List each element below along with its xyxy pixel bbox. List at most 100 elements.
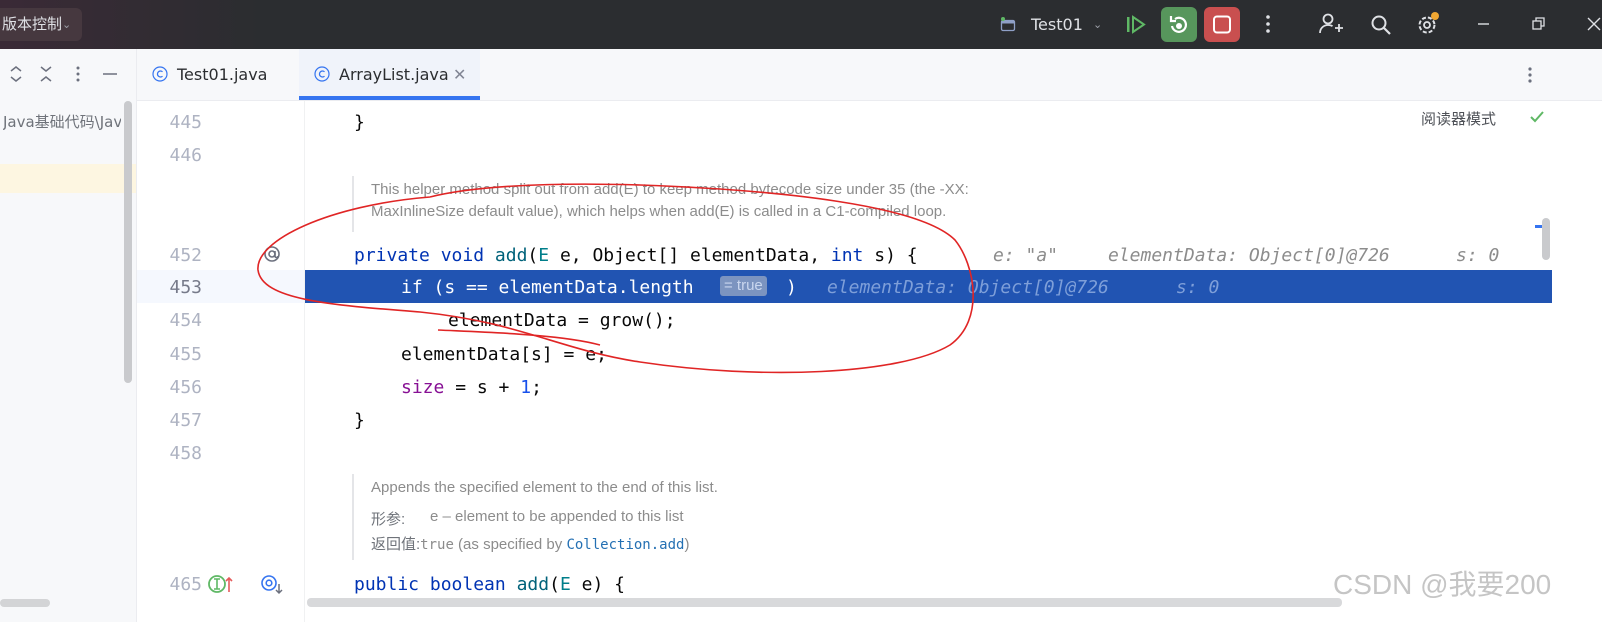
code-line-465[interactable]: public boolean add(E e) { — [354, 574, 625, 595]
debug-rerun-button[interactable] — [1161, 7, 1197, 42]
chevron-down-icon: ⌄ — [1093, 18, 1103, 31]
hide-panel-icon — [103, 73, 117, 75]
line-number: 453 — [169, 277, 202, 298]
project-tree-selected-row[interactable] — [0, 164, 136, 193]
keyword: private — [354, 245, 430, 266]
line-number: 455 — [169, 344, 202, 365]
code-line-445[interactable]: } — [354, 112, 365, 133]
more-actions-button[interactable] — [1250, 7, 1286, 42]
type-param: E — [559, 574, 571, 595]
resume-button[interactable] — [1118, 7, 1154, 42]
code-text: ( — [549, 574, 560, 595]
project-vertical-scrollbar[interactable] — [124, 101, 132, 383]
method-name: add — [494, 245, 528, 266]
javadoc-param-text: e – element to be appended to this list — [430, 508, 684, 525]
close-window-button[interactable] — [1586, 10, 1602, 40]
add-profile-button[interactable] — [1313, 7, 1349, 42]
code-text: e) { — [570, 574, 625, 595]
tab-label: ArrayList.java — [339, 65, 449, 84]
overridden-method-icon[interactable] — [258, 572, 284, 596]
run-config-name: Test01 — [1031, 15, 1083, 34]
expand-all-button[interactable] — [5, 63, 27, 85]
line-number: 457 — [169, 410, 202, 431]
number-literal: 1 — [520, 377, 532, 398]
tab-arraylist[interactable]: ArrayList.java ✕ — [299, 49, 480, 100]
minimize-icon — [1478, 23, 1489, 25]
line-number: 445 — [169, 112, 202, 133]
inline-value-badge: = true — [720, 276, 767, 296]
javadoc-block: This helper method split out from add(E)… — [352, 176, 969, 232]
project-tree-path[interactable]: Java基础代码\Java — [3, 111, 121, 132]
keyword: void — [440, 245, 485, 266]
gutter-divider — [304, 101, 305, 622]
javadoc-text: ) — [684, 536, 690, 553]
code-line-452[interactable]: private void add(E e, Object[] elementDa… — [354, 245, 918, 266]
debug-rerun-icon — [1169, 16, 1187, 33]
overrides-icon[interactable] — [260, 242, 284, 266]
keyword: boolean — [429, 574, 506, 595]
editor-vertical-scrollbar[interactable] — [1542, 218, 1550, 260]
project-horizontal-scrollbar[interactable] — [0, 599, 50, 607]
restore-button[interactable] — [1530, 10, 1560, 40]
settings-button[interactable] — [1411, 7, 1447, 42]
debug-hint: s: 0 — [1456, 245, 1500, 266]
debug-hint: e: "a" — [993, 245, 1059, 266]
code-text: ; — [531, 377, 542, 398]
code-line-456[interactable]: size = s + 1; — [401, 377, 542, 398]
settings-icon — [1418, 12, 1439, 34]
keyword: int — [830, 245, 864, 266]
field-name: size — [401, 377, 445, 398]
restore-icon — [1532, 17, 1545, 30]
add-profile-icon — [1319, 13, 1343, 34]
javadoc-line: Appends the specified element to the end… — [371, 479, 718, 496]
javadoc-link[interactable]: Collection.add — [566, 537, 684, 553]
code-text: e, Object[] elementData, — [549, 245, 831, 266]
code-text: ( — [527, 245, 539, 266]
debug-hint: elementData: Object[0]@726 — [1108, 245, 1390, 266]
close-icon — [1587, 17, 1601, 31]
line-number: 446 — [169, 145, 202, 166]
keyword: public — [354, 574, 420, 595]
reader-mode-toggle[interactable]: 阅读器模式 — [1421, 108, 1496, 129]
more-vertical-icon — [1266, 15, 1270, 33]
stop-icon — [1213, 15, 1231, 34]
vcs-widget[interactable]: 版本控制 ⌄ — [0, 8, 82, 41]
code-line-457[interactable]: } — [354, 410, 365, 431]
code-line-455[interactable]: elementData[s] = e; — [401, 344, 607, 365]
javadoc-return-line: 返回值:true (as specified by Collection.add… — [371, 533, 689, 554]
stop-button[interactable] — [1204, 7, 1240, 42]
search-button[interactable] — [1363, 7, 1399, 42]
line-number: 452 — [169, 245, 202, 266]
checkmark-icon — [1530, 111, 1544, 123]
hide-panel-button[interactable] — [99, 63, 121, 85]
implements-method-icon[interactable] — [207, 572, 235, 596]
javadoc-text: (as specified by — [453, 536, 567, 553]
method-name: add — [516, 574, 550, 595]
more-vertical-icon[interactable] — [1520, 64, 1540, 86]
collapse-all-button[interactable] — [35, 63, 57, 85]
execution-point-line[interactable]: if (s == elementData.length = true ) ele… — [305, 270, 1552, 303]
line-number: 454 — [169, 310, 202, 331]
javadoc-line: MaxInlineSize default value), which help… — [371, 203, 947, 220]
tab-label: Test01.java — [177, 65, 268, 84]
search-icon — [1371, 15, 1391, 35]
close-tab-icon[interactable]: ✕ — [453, 49, 466, 100]
project-panel: Java基础代码\Java — [0, 49, 137, 622]
title-bar: 版本控制 ⌄ Test01 ⌄ — [0, 0, 1602, 49]
panel-options-button[interactable] — [67, 63, 89, 85]
minimize-button[interactable] — [1474, 10, 1504, 40]
editor-horizontal-scrollbar[interactable] — [307, 598, 1342, 607]
javadoc-code: true — [420, 537, 454, 553]
code-text: = s + — [444, 377, 521, 398]
collapse-all-icon — [40, 66, 52, 82]
code-line-453: if (s == elementData.length — [401, 277, 694, 298]
tab-test01[interactable]: Test01.java — [151, 49, 301, 100]
debug-hint: s: 0 — [1176, 277, 1220, 298]
code-line-454[interactable]: elementData = grow(); — [448, 310, 676, 331]
expand-all-icon — [10, 66, 22, 82]
debug-hint: elementData: Object[0]@726 — [827, 277, 1109, 298]
chevron-down-icon: ⌄ — [62, 18, 72, 31]
run-config-icon — [1000, 17, 1016, 32]
code-text: if (s == elementData.length — [401, 277, 694, 298]
vcs-label: 版本控制 — [2, 15, 63, 33]
